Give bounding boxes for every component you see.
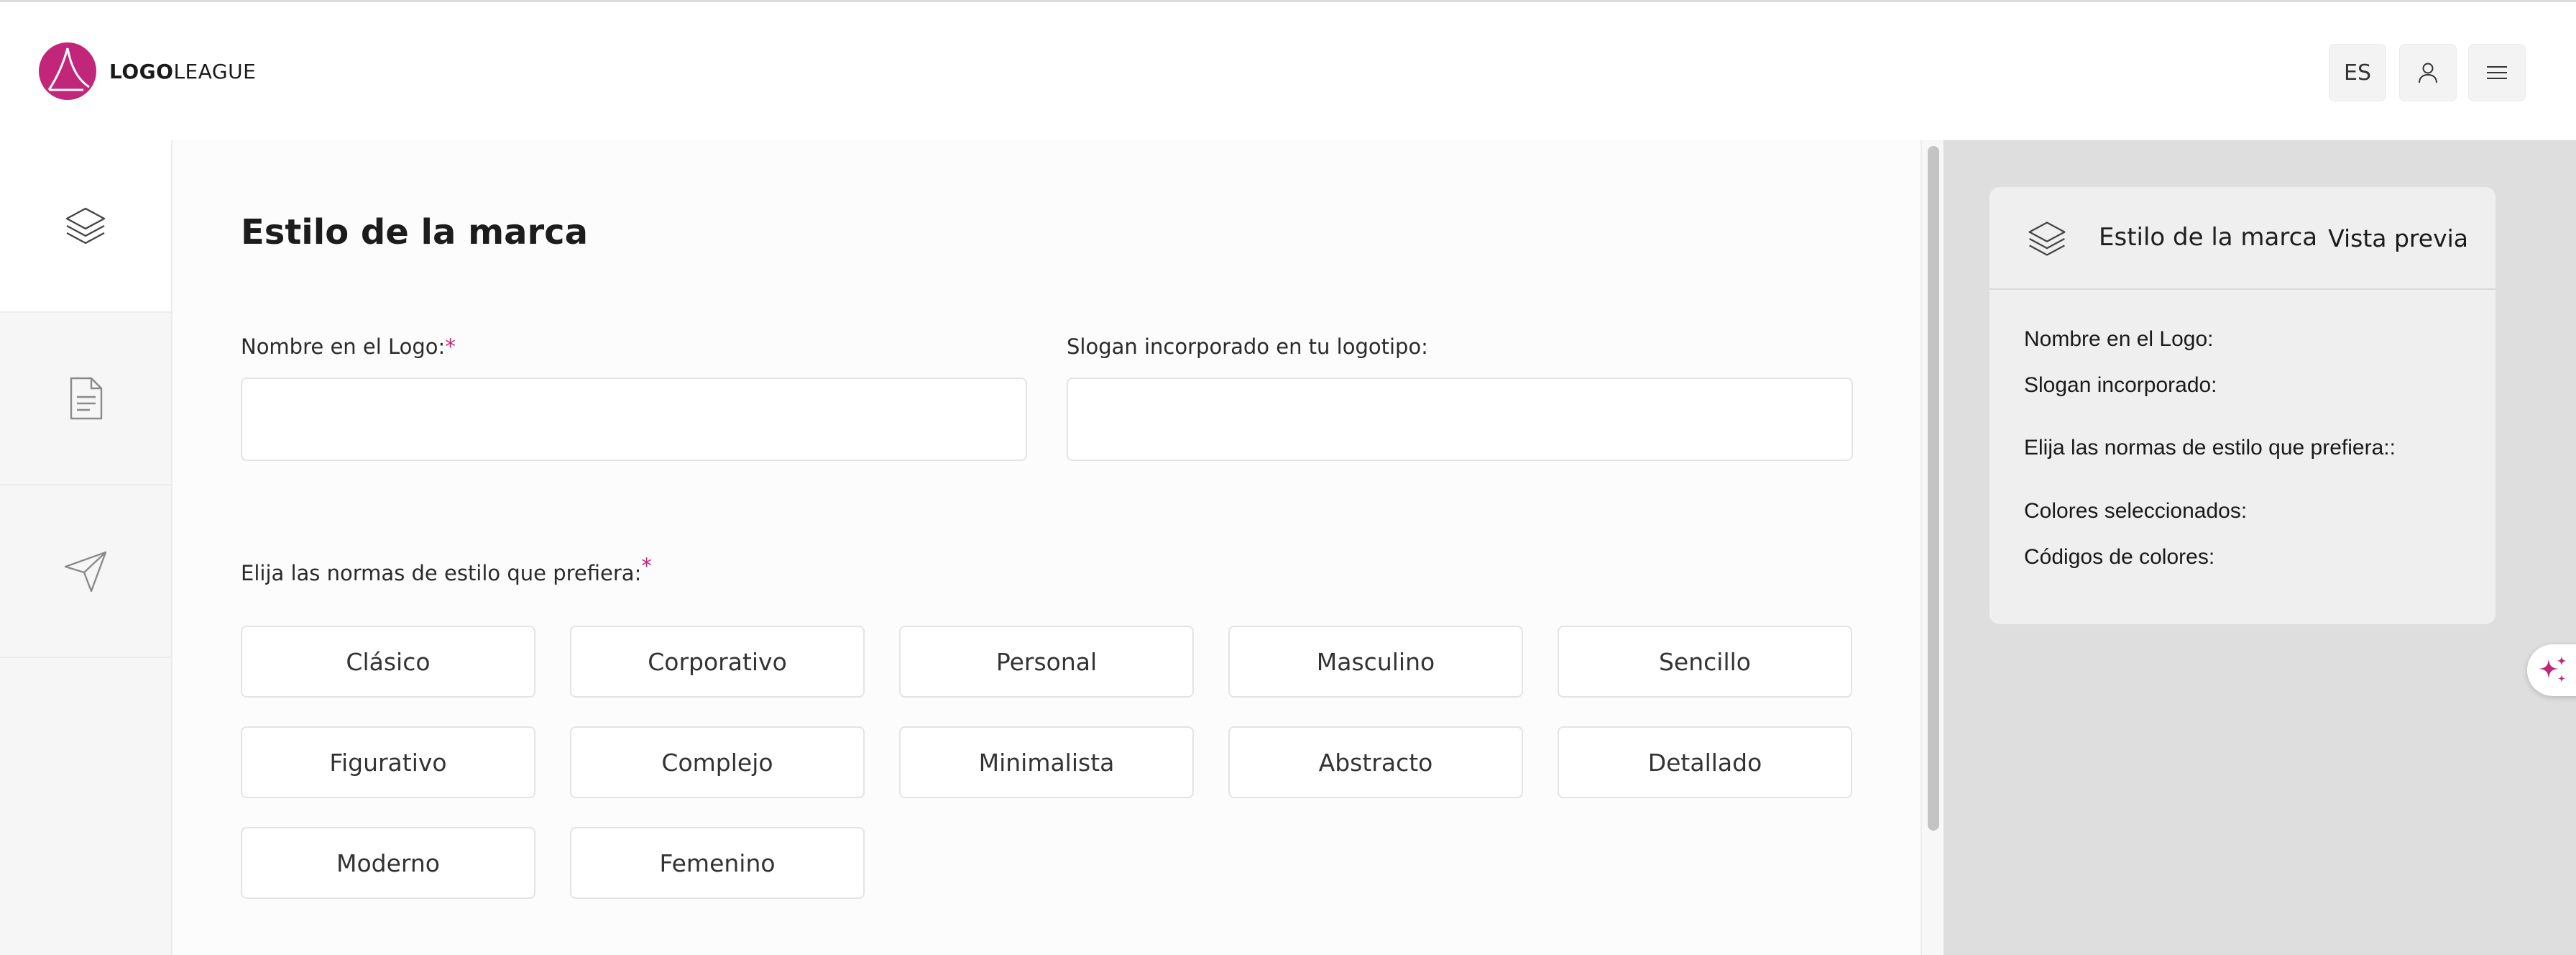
style-prefs-label: Elija las normas de estilo que prefiera:… [241, 554, 652, 585]
preview-card-header: Estilo de la marca Vista previa [1990, 187, 2496, 290]
layers-icon [2028, 221, 2066, 256]
style-option-clasico[interactable]: Clásico [241, 626, 535, 698]
style-option-figurativo[interactable]: Figurativo [241, 726, 535, 798]
preview-card-title: Estilo de la marca [2099, 223, 2318, 252]
step-rail [0, 140, 172, 955]
style-option-femenino[interactable]: Femenino [570, 827, 865, 899]
slogan-input[interactable] [1067, 378, 1853, 461]
style-option-abstracto[interactable]: Abstracto [1228, 726, 1523, 798]
preview-card: Estilo de la marca Vista previa Nombre e… [1990, 187, 2496, 624]
logo-text: LOGOLEAGUE [109, 60, 256, 83]
page-title: Estilo de la marca [241, 212, 588, 252]
header: LOGOLEAGUE ES [0, 2, 2576, 140]
scrollbar-thumb[interactable] [1928, 146, 1939, 831]
logo-name-input[interactable] [241, 378, 1027, 461]
style-option-sencillo[interactable]: Sencillo [1558, 626, 1852, 698]
preview-name-line: Nombre en el Logo: [2024, 327, 2214, 351]
hamburger-menu-icon [2487, 66, 2507, 79]
language-button[interactable]: ES [2329, 44, 2386, 101]
main-scrollbar[interactable] [1920, 140, 1944, 955]
rail-item-details[interactable] [0, 313, 171, 485]
document-icon [70, 377, 103, 420]
style-option-moderno[interactable]: Moderno [241, 827, 535, 899]
style-option-detallado[interactable]: Detallado [1558, 726, 1852, 798]
rail-item-brand-style[interactable] [0, 140, 171, 313]
logo[interactable]: LOGOLEAGUE [39, 42, 256, 100]
style-option-corporativo[interactable]: Corporativo [570, 626, 865, 698]
user-icon [2419, 63, 2437, 83]
required-mark: * [641, 554, 652, 578]
style-option-masculino[interactable]: Masculino [1228, 626, 1523, 698]
logo-text-light: LEAGUE [173, 59, 257, 83]
logo-name-label: Nombre en el Logo:* [241, 334, 456, 359]
layers-icon [65, 207, 106, 245]
menu-button[interactable] [2468, 44, 2526, 101]
slogan-label: Slogan incorporado en tu logotipo: [1067, 334, 1428, 359]
rail-item-send[interactable] [0, 485, 171, 658]
preview-link[interactable]: Vista previa [2328, 224, 2468, 252]
preview-codes-line: Códigos de colores: [2024, 545, 2215, 569]
preview-panel: Estilo de la marca Vista previa Nombre e… [1944, 140, 2576, 955]
style-option-complejo[interactable]: Complejo [570, 726, 865, 798]
account-button[interactable] [2399, 44, 2457, 101]
preview-colors-line: Colores seleccionados: [2024, 499, 2248, 523]
sparkle-icon [2539, 656, 2567, 682]
style-prefs-label-text: Elija las normas de estilo que prefiera: [241, 561, 642, 585]
ai-assistant-button[interactable] [2527, 644, 2576, 696]
preview-slogan-line: Slogan incorporado: [2024, 373, 2217, 397]
logo-text-bold: LOGO [109, 59, 174, 83]
required-mark: * [445, 334, 456, 359]
logo-name-label-text: Nombre en el Logo: [241, 334, 446, 359]
main-content: Estilo de la marca Nombre en el Logo:* S… [172, 140, 1920, 955]
send-icon [64, 551, 107, 593]
style-option-personal[interactable]: Personal [899, 626, 1194, 698]
preview-styles-line: Elija las normas de estilo que prefiera:… [2024, 436, 2396, 460]
logo-mark-icon [39, 42, 96, 100]
style-option-minimalista[interactable]: Minimalista [899, 726, 1194, 798]
